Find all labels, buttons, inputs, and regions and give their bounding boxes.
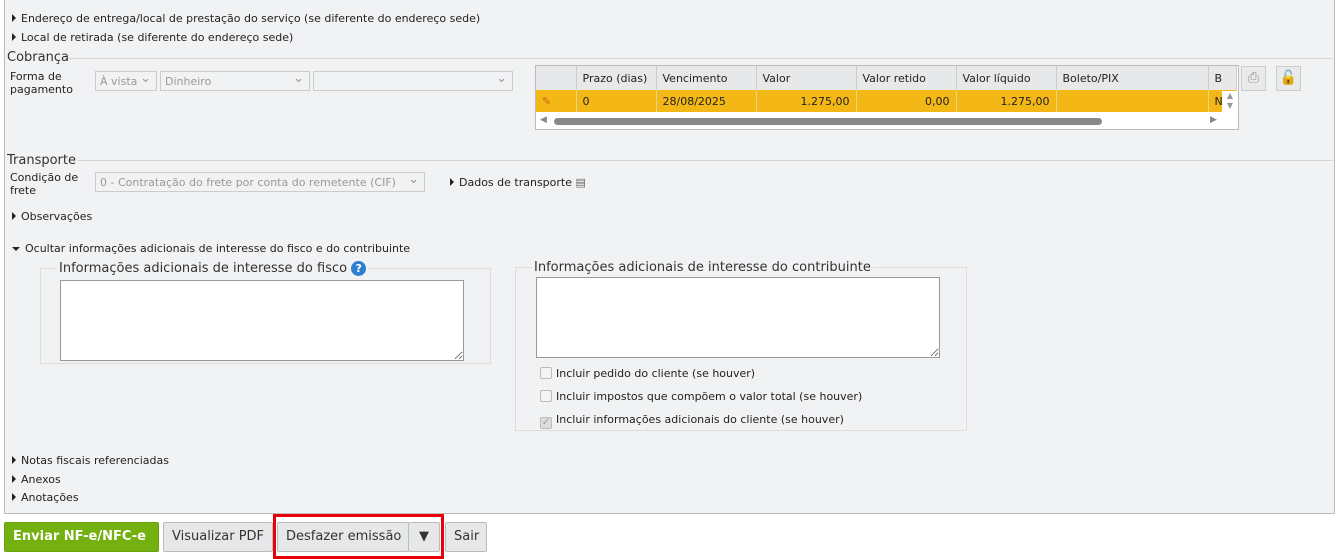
checkbox[interactable]	[540, 390, 552, 402]
label: Observações	[21, 210, 93, 223]
col-valor-liquido[interactable]: Valor líquido	[956, 66, 1057, 90]
cell-vencimento: 28/08/2025	[656, 90, 757, 112]
checkbox-impostos[interactable]: Incluir impostos que compõem o valor tot…	[540, 390, 862, 403]
label: Anexos	[21, 473, 61, 486]
section-pickup-address[interactable]: Local de retirada (se diferente do ender…	[12, 31, 293, 44]
send-nfe-button[interactable]: Enviar NF-e/NFC-e	[4, 522, 159, 552]
pencil-icon[interactable]: ✎	[536, 90, 577, 112]
undo-dropdown-button[interactable]: ▼	[408, 522, 440, 552]
cobranca-title: Cobrança	[7, 50, 69, 65]
checkbox[interactable]	[540, 367, 552, 379]
table-row[interactable]: ✎ 0 28/08/2025 1.275,00 0,00 1.275,00 N	[536, 90, 1237, 112]
label: Incluir impostos que compõem o valor tot…	[556, 390, 863, 403]
payment-condition-select[interactable]: À vista	[95, 71, 157, 91]
view-pdf-button[interactable]: Visualizar PDF	[163, 522, 273, 552]
print-icon[interactable]: ⎙	[1241, 66, 1266, 91]
cell-valor-retido: 0,00	[856, 90, 957, 112]
dados-transporte-toggle[interactable]: Dados de transporte ▤	[450, 176, 586, 189]
fisco-title: Informações adicionais de interesse do f…	[59, 261, 348, 276]
section-anotacoes[interactable]: Anotações	[12, 491, 79, 504]
label: Notas fiscais referenciadas	[21, 454, 169, 467]
checkbox-pedido[interactable]: Incluir pedido do cliente (se houver)	[540, 367, 755, 380]
col-boleto-pix[interactable]: Boleto/PIX	[1056, 66, 1209, 90]
transporte-title: Transporte	[7, 153, 76, 168]
col-edit	[536, 66, 577, 90]
col-valor[interactable]: Valor	[756, 66, 857, 90]
label: Incluir pedido do cliente (se houver)	[556, 367, 756, 380]
payment-extra-select[interactable]	[313, 71, 513, 91]
cell-boleto	[1056, 90, 1209, 112]
contrib-title: Informações adicionais de interesse do c…	[532, 260, 873, 275]
payment-method-select[interactable]: Dinheiro	[160, 71, 310, 91]
section-hide-additional[interactable]: Ocultar informações adicionais de intere…	[12, 242, 410, 255]
col-vencimento[interactable]: Vencimento	[656, 66, 757, 90]
cell-valor: 1.275,00	[756, 90, 857, 112]
scroll-thumb[interactable]	[554, 118, 1102, 125]
exit-button[interactable]: Sair	[445, 522, 487, 552]
undo-emission-button[interactable]: Desfazer emissão	[277, 522, 409, 552]
payment-label: Forma de pagamento	[10, 70, 73, 96]
cell-prazo: 0	[576, 90, 657, 112]
section-anexos[interactable]: Anexos	[12, 473, 61, 486]
document-icon: ▤	[575, 176, 586, 189]
freight-label: Condição de frete	[10, 171, 79, 197]
label: Dados de transporte	[459, 176, 572, 189]
horizontal-scrollbar[interactable]: ◀ ▶	[536, 114, 1238, 129]
col-valor-retido[interactable]: Valor retido	[856, 66, 957, 90]
label: Endereço de entrega/local de prestação d…	[21, 12, 481, 25]
installments-table: Prazo (dias) Vencimento Valor Valor reti…	[535, 65, 1239, 130]
label: Incluir informações adicionais do client…	[556, 413, 844, 426]
help-icon[interactable]: ?	[351, 261, 367, 276]
caret-down-icon: ▼	[419, 529, 429, 544]
table-header: Prazo (dias) Vencimento Valor Valor reti…	[536, 66, 1237, 90]
label: Local de retirada (se diferente do ender…	[21, 31, 294, 44]
vertical-scrollbar[interactable]: ▲ ▼	[1222, 91, 1238, 113]
contrib-textarea[interactable]	[536, 277, 940, 358]
cell-valor-liquido: 1.275,00	[956, 90, 1057, 112]
checkbox-checked[interactable]: ✓	[540, 417, 552, 429]
col-prazo[interactable]: Prazo (dias)	[576, 66, 657, 90]
section-notas-referenciadas[interactable]: Notas fiscais referenciadas	[12, 454, 169, 467]
label: Anotações	[21, 491, 79, 504]
unlock-icon[interactable]: 🔓	[1276, 66, 1301, 91]
checkbox-info-cliente[interactable]: ✓ Incluir informações adicionais do clien…	[540, 413, 844, 429]
label: Ocultar informações adicionais de intere…	[25, 242, 411, 255]
section-delivery-address[interactable]: Endereço de entrega/local de prestação d…	[12, 12, 480, 25]
section-observacoes[interactable]: Observações	[12, 210, 92, 223]
freight-condition-select[interactable]: 0 - Contratação do frete por conta do re…	[95, 172, 425, 192]
col-b[interactable]: B	[1208, 66, 1237, 90]
fisco-textarea[interactable]	[60, 280, 464, 361]
